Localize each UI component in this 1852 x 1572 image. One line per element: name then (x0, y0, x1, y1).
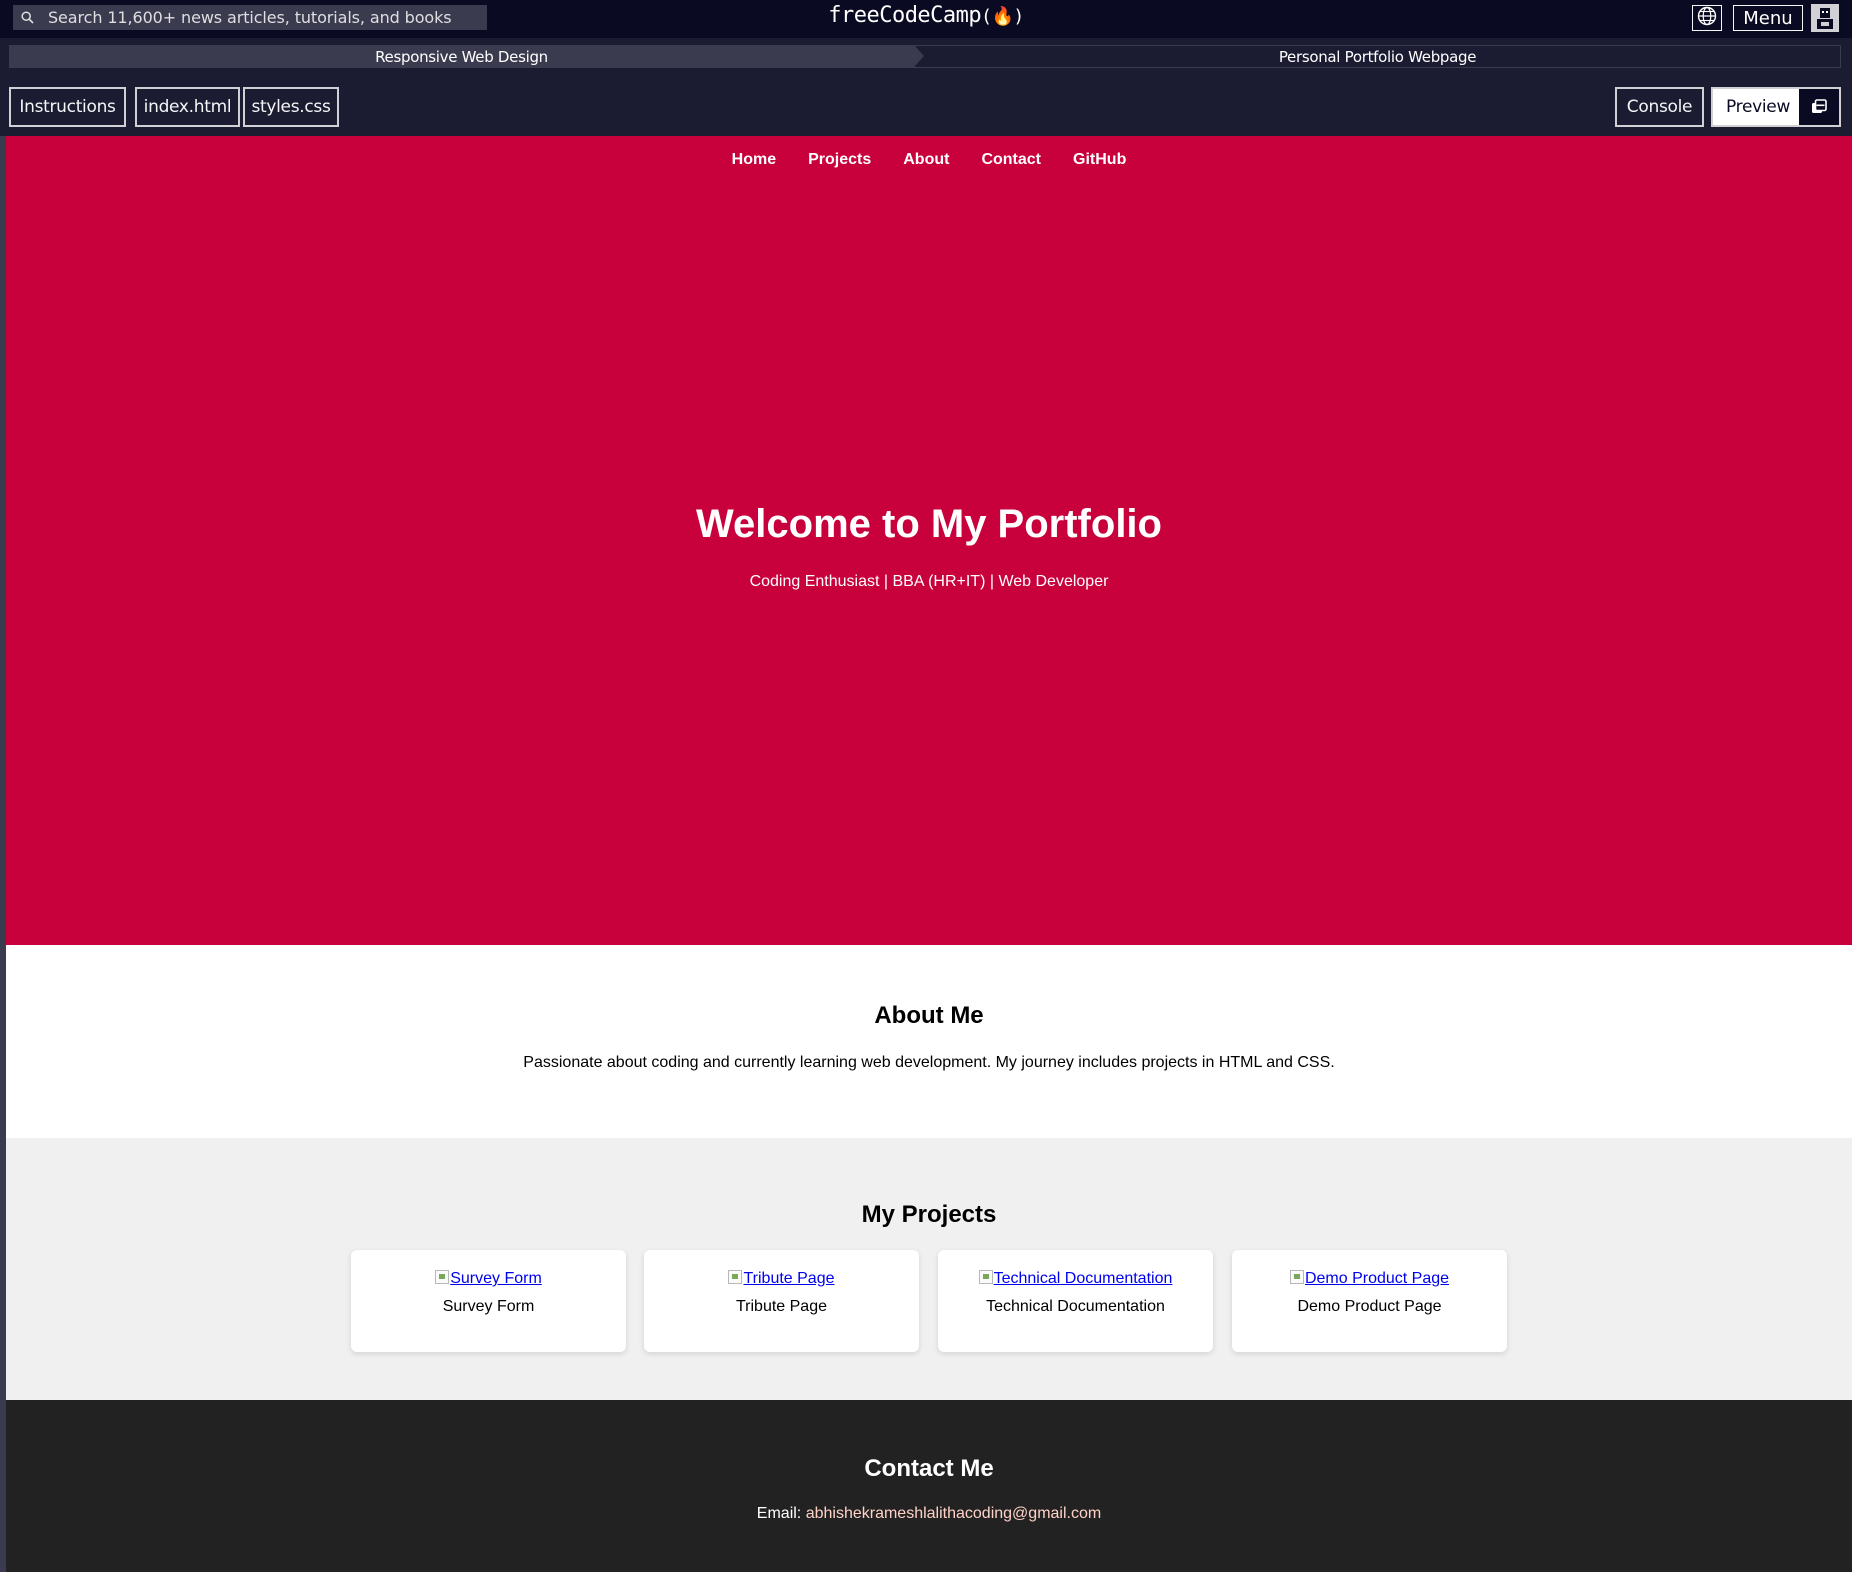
preview-button[interactable]: Preview (1711, 87, 1841, 127)
hero-section: Home Projects About Contact GitHub Welco… (6, 136, 1852, 945)
broken-image-icon (1289, 1270, 1304, 1284)
project-image-alt: Survey Form (450, 1270, 542, 1287)
project-link-demo-product-page[interactable]: Demo Product Page (1232, 1270, 1507, 1288)
project-label: Technical Documentation (986, 1298, 1165, 1315)
top-navbar: Search 11,600+ news articles, tutorials,… (0, 0, 1852, 38)
about-text: Passionate about coding and currently le… (523, 1054, 1335, 1071)
breadcrumb-superblock[interactable]: Responsive Web Design (9, 45, 914, 68)
contact-section: Contact Me Email: abhishekrameshlalithac… (6, 1400, 1852, 1572)
menu-button[interactable]: Menu (1733, 5, 1803, 31)
nav-link-github[interactable]: GitHub (1073, 151, 1126, 169)
project-link-tribute-page[interactable]: Tribute Page (644, 1270, 919, 1288)
nav-link-home[interactable]: Home (732, 151, 776, 169)
avatar-icon[interactable] (1811, 4, 1839, 32)
project-label: Tribute Page (735, 1298, 827, 1315)
project-image-alt: Technical Documentation (993, 1270, 1173, 1287)
language-button[interactable] (1692, 5, 1722, 31)
broken-image-icon (435, 1270, 450, 1284)
projects-heading: My Projects (861, 1201, 997, 1228)
nav-link-projects[interactable]: Projects (808, 151, 871, 169)
about-heading: About Me (874, 1002, 984, 1029)
tab-styles-css[interactable]: styles.css (243, 87, 339, 127)
console-button[interactable]: Console (1615, 87, 1704, 127)
preview-frame[interactable]: Home Projects About Contact GitHub Welco… (6, 136, 1852, 1572)
external-window-icon[interactable] (1799, 89, 1839, 125)
breadcrumb-challenge[interactable]: Personal Portfolio Webpage (914, 45, 1841, 68)
site-nav: Home Projects About Contact GitHub (6, 151, 1852, 169)
breadcrumb: Responsive Web Design Personal Portfolio… (9, 45, 1841, 68)
globe-icon (1697, 6, 1717, 31)
broken-image-icon (978, 1270, 993, 1284)
email-link[interactable]: abhishekrameshlalithacoding@gmail.com (806, 1505, 1102, 1522)
project-image-alt: Tribute Page (743, 1270, 835, 1287)
hero-subtitle: Coding Enthusiast | BBA (HR+IT) | Web De… (749, 573, 1109, 590)
nav-link-contact[interactable]: Contact (981, 151, 1041, 169)
project-card: Technical Documentation Technical Docume… (938, 1250, 1213, 1352)
email-label: Email: (756, 1505, 802, 1522)
project-card: Tribute Page Tribute Page (644, 1250, 919, 1352)
contact-line: Email: abhishekrameshlalithacoding@gmail… (6, 1505, 1852, 1523)
nav-link-about[interactable]: About (903, 151, 949, 169)
project-cards: Survey Form Survey Form Tribute Page Tri… (351, 1250, 1507, 1352)
fcc-logo[interactable]: freeCodeCamp(🔥) (0, 3, 1852, 28)
project-link-technical-documentation[interactable]: Technical Documentation (938, 1270, 1213, 1288)
project-image-alt: Demo Product Page (1304, 1270, 1450, 1287)
projects-section: My Projects Survey Form Survey Form Trib… (6, 1138, 1852, 1400)
logo-flame-icon: (🔥) (981, 6, 1024, 27)
logo-text: freeCodeCamp (828, 3, 982, 28)
breadcrumb-arrow (914, 45, 924, 67)
hero-title: Welcome to My Portfolio (696, 502, 1162, 546)
tab-index-html[interactable]: index.html (135, 87, 240, 127)
tab-instructions[interactable]: Instructions (9, 87, 126, 127)
about-section: About Me Passionate about coding and cur… (6, 945, 1852, 1138)
broken-image-icon (728, 1270, 743, 1284)
contact-heading: Contact Me (864, 1455, 994, 1482)
project-card: Demo Product Page Demo Product Page (1232, 1250, 1507, 1352)
project-link-survey-form[interactable]: Survey Form (351, 1270, 626, 1288)
project-card: Survey Form Survey Form (351, 1250, 626, 1352)
project-label: Demo Product Page (1297, 1298, 1442, 1315)
project-label: Survey Form (442, 1298, 535, 1315)
preview-label: Preview (1726, 97, 1791, 117)
